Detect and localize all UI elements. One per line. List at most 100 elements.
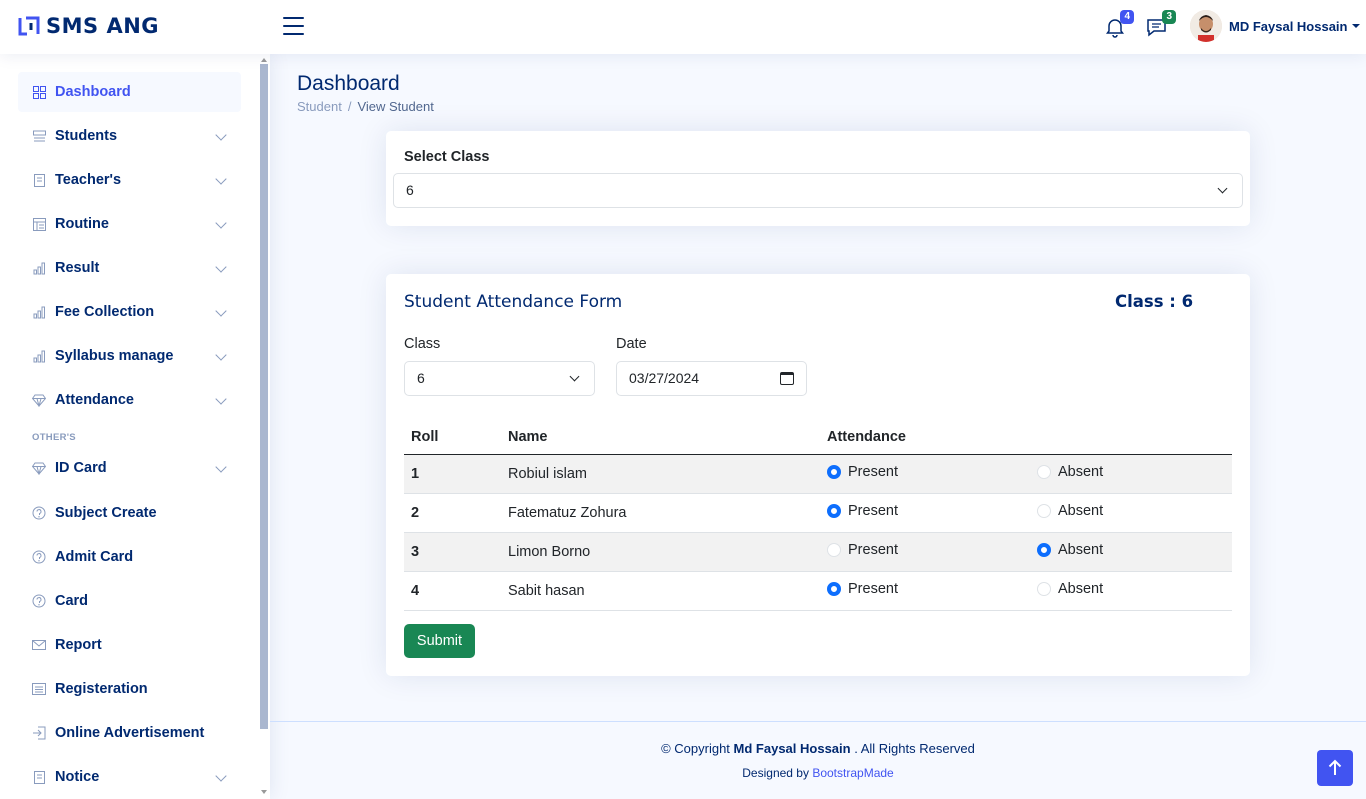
name-cell: Robiul islam [501, 454, 820, 494]
notifications-badge: 4 [1120, 10, 1134, 24]
scroll-down-arrow-icon[interactable] [261, 790, 267, 794]
roll-cell: 3 [404, 532, 501, 572]
sidebar-item-label: Notice [55, 769, 100, 785]
chevron-down-icon [215, 461, 227, 473]
chevron-down-icon [215, 349, 227, 361]
radio-checked-icon [827, 465, 841, 479]
copyright-prefix: © Copyright [661, 741, 730, 756]
present-radio[interactable]: Present [827, 542, 898, 558]
select-class-label: Select Class [404, 149, 490, 165]
present-radio[interactable]: Present [827, 464, 898, 480]
select-class-dropdown[interactable]: 6 [393, 173, 1243, 208]
copyright: © Copyright Md Faysal Hossain . All Righ… [270, 741, 1366, 756]
sidebar-item-label: Syllabus manage [55, 348, 174, 364]
table-row: 2 Fatematuz Zohura Present Absent [404, 493, 1232, 533]
top-header: SMS ANG 4 3 MD Faysal Hossain [0, 0, 1366, 54]
sidebar-item-admit-card[interactable]: Admit Card [18, 537, 241, 577]
roll-cell: 1 [404, 454, 501, 494]
sidebar-item-students[interactable]: Students [18, 116, 241, 156]
avatar [1190, 10, 1222, 42]
sidebar-item-dashboard[interactable]: Dashboard [18, 72, 241, 112]
sidebar-item-label: Attendance [55, 392, 134, 408]
copyright-name: Md Faysal Hossain [733, 741, 851, 756]
radio-checked-icon [827, 504, 841, 518]
absent-radio[interactable]: Absent [1037, 503, 1103, 519]
sidebar-item-card[interactable]: Card [18, 581, 241, 621]
column-header-roll: Roll [404, 420, 501, 455]
menu-toggle-icon[interactable] [283, 17, 304, 35]
absent-radio[interactable]: Absent [1037, 542, 1103, 558]
sidebar-item-label: Subject Create [55, 505, 157, 521]
date-input[interactable]: 03/27/2024 [616, 361, 807, 396]
chat-icon[interactable]: 3 [1146, 10, 1176, 38]
name-cell: Sabit hasan [501, 571, 820, 611]
form-title: Student Attendance Form [404, 292, 623, 312]
bootstrapmade-link[interactable]: BootstrapMade [812, 766, 893, 780]
absent-radio[interactable]: Absent [1037, 581, 1103, 597]
user-name: MD Faysal Hossain [1229, 18, 1348, 34]
sidebar-item-fee-collection[interactable]: Fee Collection [18, 292, 241, 332]
profile-menu[interactable]: MD Faysal Hossain [1190, 10, 1360, 42]
bell-icon[interactable]: 4 [1104, 10, 1134, 38]
chevron-down-icon [215, 129, 227, 141]
sidebar-item-label: Result [55, 260, 100, 276]
radio-unchecked-icon [1037, 504, 1051, 518]
chevron-down-icon [215, 261, 227, 273]
sidebar-item-syllabus-manage[interactable]: Syllabus manage [18, 336, 241, 376]
sidebar-item-routine[interactable]: Routine [18, 204, 241, 244]
sidebar-item-notice[interactable]: Notice [18, 757, 241, 797]
box-arrow-in-right-icon [32, 726, 46, 740]
chevron-down-icon [215, 770, 227, 782]
sidebar-scrollbar[interactable] [260, 64, 268, 729]
breadcrumb-item-current: View Student [357, 99, 434, 114]
select-class-card: Select Class 6 [386, 131, 1250, 226]
present-radio[interactable]: Present [827, 503, 898, 519]
sidebar-item-teachers[interactable]: Teacher's [18, 160, 241, 200]
sidebar-item-id-card[interactable]: ID Card [18, 448, 241, 488]
absent-label: Absent [1058, 542, 1104, 558]
sidebar-item-online-advertisement[interactable]: Online Advertisement [18, 713, 241, 753]
sidebar-item-label: Online Advertisement [55, 725, 205, 741]
sidebar-item-label: Card [55, 593, 89, 609]
journal-icon [32, 173, 46, 187]
present-label: Present [848, 503, 898, 519]
sidebar-item-registeration[interactable]: Registeration [18, 669, 241, 709]
absent-label: Absent [1058, 503, 1104, 519]
caret-down-icon [1351, 24, 1360, 28]
sidebar-heading: OTHER'S [32, 432, 76, 443]
radio-unchecked-icon [1037, 465, 1051, 479]
question-circle-icon [32, 506, 46, 520]
sidebar-item-label: Report [55, 637, 102, 653]
sidebar-item-label: Students [55, 128, 118, 144]
chevron-down-icon [215, 393, 227, 405]
chevron-down-icon [569, 371, 580, 382]
sidebar-item-result[interactable]: Result [18, 248, 241, 288]
absent-radio[interactable]: Absent [1037, 464, 1103, 480]
bar-chart-icon [32, 261, 46, 275]
chevron-down-icon [215, 173, 227, 185]
radio-checked-icon [1037, 543, 1051, 557]
logo[interactable]: SMS ANG [18, 14, 159, 38]
table-row: 3 Limon Borno Present Absent [404, 532, 1232, 572]
envelope-icon [32, 638, 46, 652]
calendar-icon[interactable] [780, 372, 794, 385]
submit-button[interactable]: Submit [404, 624, 475, 658]
sidebar-item-report[interactable]: Report [18, 625, 241, 665]
layout-text-icon [32, 217, 46, 231]
column-header-name: Name [501, 420, 820, 455]
sidebar-item-attendance[interactable]: Attendance [18, 380, 241, 420]
roll-cell: 2 [404, 493, 501, 533]
sidebar-item-label: Dashboard [55, 84, 131, 100]
class-select[interactable]: 6 [404, 361, 595, 396]
bar-chart-icon [32, 349, 46, 363]
chevron-down-icon [215, 217, 227, 229]
name-cell: Limon Borno [501, 532, 820, 572]
sidebar-item-label: Registeration [55, 681, 148, 697]
back-to-top-button[interactable] [1317, 750, 1353, 786]
class-label: Class [404, 336, 441, 352]
breadcrumb-item-student[interactable]: Student [297, 99, 342, 114]
present-radio[interactable]: Present [827, 581, 898, 597]
column-header-attendance: Attendance [820, 420, 1030, 455]
scroll-up-arrow-icon[interactable] [261, 58, 267, 62]
sidebar-item-subject-create[interactable]: Subject Create [18, 493, 241, 533]
